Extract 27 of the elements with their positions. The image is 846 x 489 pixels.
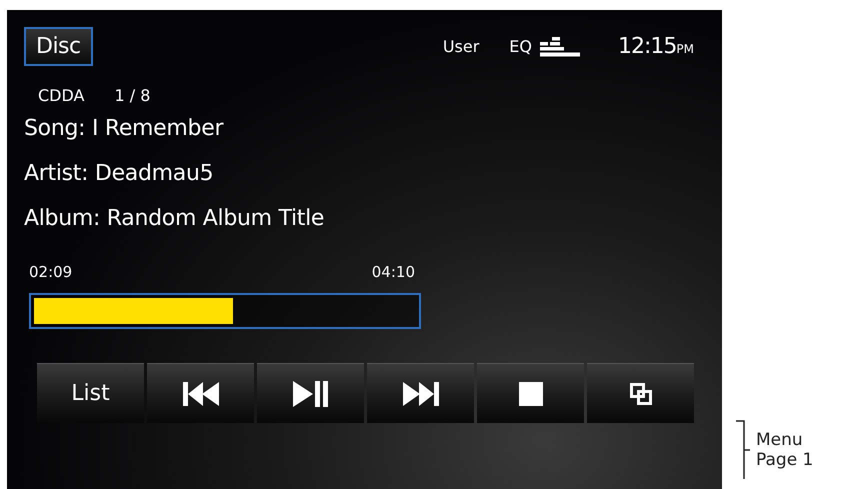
play-pause-icon — [292, 380, 328, 406]
annotation-label: Page 1 — [756, 450, 814, 470]
artist-name: Artist: Deadmau5 — [24, 161, 214, 186]
stop-button[interactable] — [477, 363, 584, 423]
source-button[interactable]: Disc — [24, 27, 93, 66]
skip-back-icon — [182, 382, 218, 406]
bracket-drawing — [736, 420, 750, 480]
progress-bar[interactable] — [29, 293, 421, 329]
annotation-label: Menu — [756, 430, 804, 450]
format-label: CDDA — [38, 86, 84, 105]
previous-button[interactable] — [147, 363, 254, 423]
eq-label: EQ — [509, 37, 532, 56]
equalizer-icon — [540, 36, 580, 56]
clock: 12:15PM — [618, 34, 694, 59]
album-title: Album: Random Album Title — [24, 206, 326, 231]
list-button[interactable]: List — [37, 363, 144, 423]
elapsed-time: 02:09 — [29, 263, 72, 281]
stop-icon — [518, 382, 542, 406]
play-pause-button[interactable] — [257, 363, 364, 423]
next-button[interactable] — [367, 363, 474, 423]
eq-preset: User — [442, 37, 480, 56]
overlapping-squares-icon — [630, 382, 652, 404]
song-title: Song: I Remember — [24, 116, 224, 141]
skip-forward-icon — [402, 382, 438, 406]
total-time: 04:10 — [372, 263, 415, 281]
track-position: 1 / 8 — [114, 86, 150, 105]
page-button[interactable] — [587, 363, 694, 423]
